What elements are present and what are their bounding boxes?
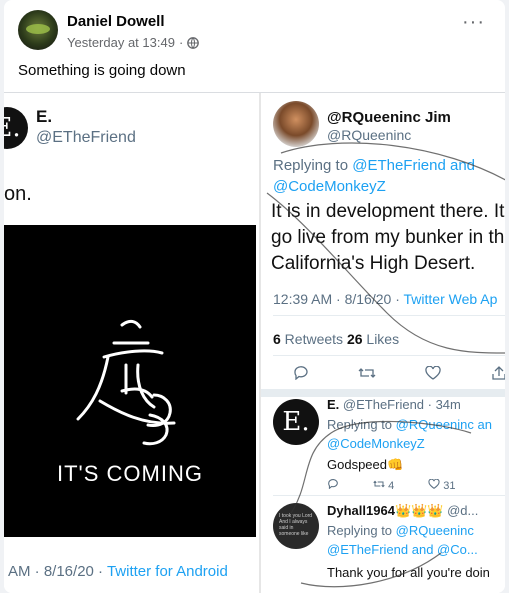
replying-prefix: Replying to: [327, 417, 396, 432]
reply-mention-2: @ETheFriend and @Co...: [327, 542, 478, 557]
left-tweet-avatar: E.: [4, 107, 28, 149]
tweet-actions: [291, 365, 505, 381]
etf-reply-avatar: E.: [273, 399, 319, 445]
dyhall-reply-body: Thank you for all you're doin: [327, 565, 490, 580]
divider: [273, 355, 505, 356]
reply-mention-1: @RQueeninc: [395, 523, 474, 538]
like-icon: [423, 365, 443, 381]
post-image[interactable]: E. E. @ETheFriend on. IT'S COMING AM · 8…: [4, 92, 505, 593]
rqueeninc-handle: @RQueeninc: [327, 127, 412, 143]
right-tweet-screenshot: @RQueeninc Jim @RQueeninc Replying to @E…: [259, 93, 505, 593]
left-tweet-timestamp: AM · 8/16/20 · Twitter for Android: [8, 563, 228, 580]
retweets-count: 6: [273, 331, 281, 347]
reply-mention-1: @RQueeninc an: [395, 417, 492, 432]
more-options-icon[interactable]: ···: [462, 12, 485, 32]
etf-reply-actions: 4 31: [327, 478, 456, 492]
post-timestamp[interactable]: Yesterday at 13:49: [67, 35, 175, 50]
retweet-icon: [373, 480, 385, 488]
divider: [273, 315, 505, 316]
rqueeninc-avatar: [273, 101, 319, 147]
dyhall-replying-to: Replying to @RQueeninc @ETheFriend and @…: [327, 521, 478, 559]
rqueeninc-timestamp: 12:39 AM · 8/16/20 · Twitter Web Ap: [273, 291, 497, 307]
post-text: Something is going down: [18, 62, 186, 79]
left-tweet-handle: @ETheFriend: [36, 129, 136, 146]
replying-prefix: Replying to: [327, 523, 396, 538]
body-line: It is in development there. It w: [271, 201, 505, 222]
globe-icon: [187, 36, 200, 49]
etf-reply-body: Godspeed👊: [327, 457, 404, 472]
rqueeninc-name: @RQueeninc Jim: [327, 109, 451, 126]
tiger-calligraphy-logo: IT'S COMING: [57, 319, 203, 486]
reply-handle-time: @d...: [443, 503, 479, 518]
etf-replying-to: Replying to @RQueeninc an @CodeMonkeyZ: [327, 415, 492, 453]
post-meta: Yesterday at 13:49 ·: [67, 35, 200, 50]
like-count: 31: [428, 478, 456, 492]
reply-icon: [291, 365, 311, 381]
thread-separator: [261, 389, 505, 397]
facebook-post-card: Daniel Dowell Yesterday at 13:49 · ··· S…: [4, 0, 505, 593]
reply-icon: [327, 479, 339, 492]
body-line: go live from my bunker in the: [271, 227, 505, 248]
reply-name: Dyhall1964: [327, 503, 395, 518]
likes-value: 31: [443, 480, 456, 492]
tweet-source: Twitter Web Ap: [403, 291, 498, 307]
author-avatar[interactable]: [18, 10, 58, 50]
dyhall-avatar: I took you Lord And I always said in som…: [273, 503, 319, 549]
left-tweet-source: Twitter for Android: [106, 563, 228, 580]
meta-separator: ·: [178, 35, 184, 50]
tweet-time: 12:39 AM · 8/16/20 ·: [273, 291, 404, 307]
body-line: California's High Desert.: [271, 253, 476, 274]
reply-mention-1: @ETheFriend and: [352, 157, 476, 174]
its-coming-caption: IT'S COMING: [57, 461, 203, 486]
dyhall-header: Dyhall1964👑👑👑 @d...: [327, 503, 478, 519]
replying-prefix: Replying to: [273, 157, 353, 174]
rqueeninc-replying-to: Replying to @ETheFriend and @CodeMonkeyZ: [273, 155, 475, 197]
retweets-label: Retweets: [280, 331, 347, 347]
post-header: Daniel Dowell Yesterday at 13:49 · ···: [18, 10, 493, 56]
left-tweet-name: E.: [36, 107, 53, 126]
share-icon: [489, 365, 505, 381]
rqueeninc-body: It is in development there. It w go live…: [271, 199, 505, 277]
etf-reply-header: E. @ETheFriend · 34m: [327, 397, 461, 412]
left-tweet-date: AM · 8/16/20 ·: [8, 563, 107, 580]
like-icon: [428, 478, 440, 489]
likes-label: Likes: [362, 331, 400, 347]
retweet-count: 4: [373, 479, 394, 492]
reply-mention-2: @CodeMonkeyZ: [273, 178, 386, 195]
its-coming-image: IT'S COMING: [4, 225, 256, 537]
retweet-icon: [357, 365, 377, 381]
author-name[interactable]: Daniel Dowell: [67, 13, 165, 30]
retweets-value: 4: [388, 480, 395, 492]
reply-handle-time: @ETheFriend · 34m: [339, 397, 461, 412]
divider: [273, 495, 505, 496]
likes-count: 26: [346, 331, 363, 347]
reply-name: E.: [327, 397, 340, 412]
reply-mention-2: @CodeMonkeyZ: [327, 436, 425, 451]
tweet-stats: 6 Retweets 26 Likes: [273, 331, 399, 347]
crown-emojis: 👑👑👑: [394, 503, 444, 518]
left-tweet-screenshot: E. E. @ETheFriend on. IT'S COMING AM · 8…: [4, 93, 256, 593]
left-tweet-body: on.: [4, 183, 32, 205]
